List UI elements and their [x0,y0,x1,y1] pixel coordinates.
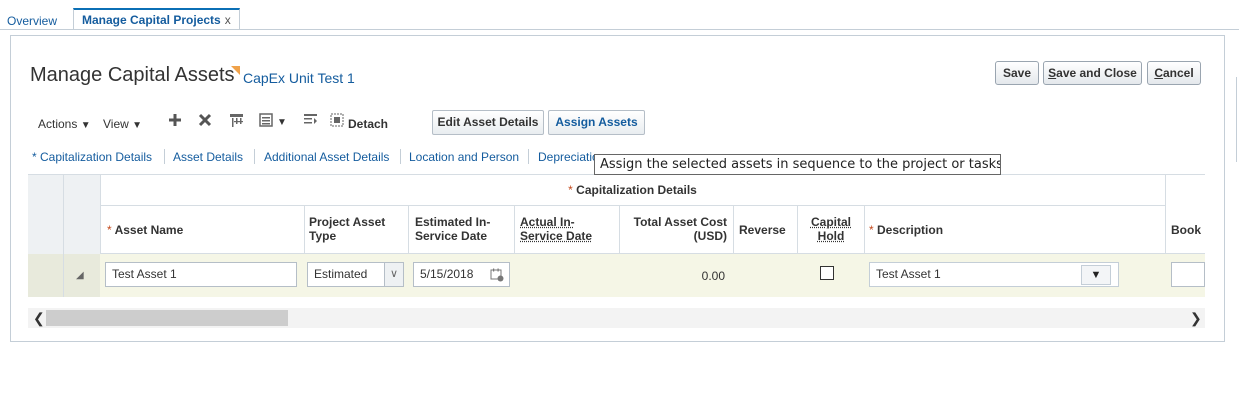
plus-icon[interactable] [168,113,182,131]
page-title: Manage Capital Assets [30,64,235,87]
capital-hold-checkbox[interactable] [820,266,834,280]
chevron-down-icon[interactable]: ∨ [384,262,404,287]
tab-bar: Overview Manage Capital Projects x [0,0,1239,27]
freeze-icon[interactable] [229,113,244,132]
column-label: Service Date [415,229,490,243]
cancel-label: ancel [1163,66,1194,80]
column-header-book[interactable]: Book [1171,223,1201,237]
divider [400,149,401,164]
subtab-asset-details[interactable]: Asset Details [173,150,243,164]
chevron-down-icon: ▼ [132,120,142,131]
subtab-depreciation[interactable]: Depreciatio [538,150,599,164]
save-close-label: ave and Close [1056,66,1137,80]
close-icon[interactable]: x [225,13,231,27]
save-and-close-button[interactable]: Save and Close [1043,61,1142,85]
column-label: Capital [803,215,859,229]
row-header-cell [28,254,100,297]
column-header-estimated-in-service-date[interactable]: Estimated In- Service Date [415,215,490,243]
total-cost-value: 0.00 [624,269,725,283]
required-marker: * [869,223,874,237]
group-header-label: Capitalization Details [576,183,697,197]
divider [528,149,529,164]
chevron-down-icon[interactable]: ▼ [277,117,287,128]
column-header-capital-hold[interactable]: Capital Hold [803,215,859,243]
actions-menu[interactable]: Actions ▼ [38,117,91,131]
divider [733,206,734,254]
page-subtitle: CapEx Unit Test 1 [243,70,355,86]
accesskey-s: S [1048,66,1056,80]
column-header-reverse[interactable]: Reverse [739,223,786,237]
expand-triangle-icon[interactable]: ◢ [76,270,84,281]
column-label: Service Date [520,229,592,243]
asset-name-input[interactable]: Test Asset 1 [105,262,297,287]
divider [408,206,409,254]
column-header-description[interactable]: * Description [869,223,943,237]
tab-label: Manage Capital Projects [82,13,221,27]
column-header-project-asset-type[interactable]: Project Asset Type [309,215,385,243]
actions-label: Actions [38,117,77,131]
column-label: Type [309,229,385,243]
divider [619,206,620,254]
column-header-total-asset-cost[interactable]: Total Asset Cost (USD) [624,215,727,243]
edit-asset-details-button[interactable]: Edit Asset Details [432,110,544,135]
assign-assets-tooltip: Assign the selected assets in sequence t… [594,154,1001,175]
x-icon[interactable] [198,113,212,131]
view-menu[interactable]: View ▼ [103,117,142,131]
divider [164,149,165,164]
assign-assets-button[interactable]: Assign Assets [548,110,645,135]
divider [63,254,64,297]
chevron-left-icon[interactable]: ❮ [33,310,45,327]
subtab-location-and-person[interactable]: Location and Person [409,150,519,164]
required-marker: * [107,223,112,237]
column-label: Hold [803,229,859,243]
detach-icon[interactable] [330,113,344,131]
divider [304,206,305,254]
column-label: Total Asset Cost [624,215,727,229]
column-label: Estimated In- [415,215,490,229]
column-header-asset-name[interactable]: * Asset Name [107,223,183,237]
divider [864,206,865,254]
columns-icon[interactable] [259,113,273,131]
project-asset-type-select[interactable]: Estimated [307,262,385,287]
subtab-capitalization-details[interactable]: * Capitalization Details [32,150,152,164]
tab-overview[interactable]: Overview [7,14,57,28]
chevron-down-icon[interactable]: ▼ [1081,265,1111,285]
tab-underline [0,29,1239,30]
column-label: Actual In- [520,215,592,229]
divider [514,206,515,254]
calendar-icon[interactable] [490,267,504,290]
divider [1165,175,1166,254]
view-label: View [103,117,129,131]
chevron-down-icon: ▼ [81,120,91,131]
corner-marker-icon [231,66,240,75]
column-header-actual-in-service-date[interactable]: Actual In- Service Date [520,215,592,243]
tab-manage-capital-projects[interactable]: Manage Capital Projects x [73,8,240,30]
divider [254,149,255,164]
save-button[interactable]: Save [995,61,1039,85]
column-label: (USD) [624,229,727,243]
accesskey-c: C [1154,66,1163,80]
column-label: Description [877,223,943,237]
wrap-icon[interactable] [303,113,318,131]
column-label: Asset Name [115,223,184,237]
detach-button[interactable]: Detach [348,117,388,131]
required-marker: * [568,183,573,197]
date-value: 5/15/2018 [420,267,473,281]
divider [797,206,798,254]
column-group-header: * Capitalization Details [100,175,1165,206]
subtab-additional-asset-details[interactable]: Additional Asset Details [264,150,389,164]
book-input[interactable] [1171,262,1205,287]
scrollbar-thumb[interactable] [46,310,288,326]
estimated-date-input[interactable]: 5/15/2018 [413,262,510,287]
chevron-right-icon[interactable]: ❯ [1190,310,1202,327]
cancel-button[interactable]: Cancel [1147,61,1201,85]
column-label: Project Asset [309,215,385,229]
